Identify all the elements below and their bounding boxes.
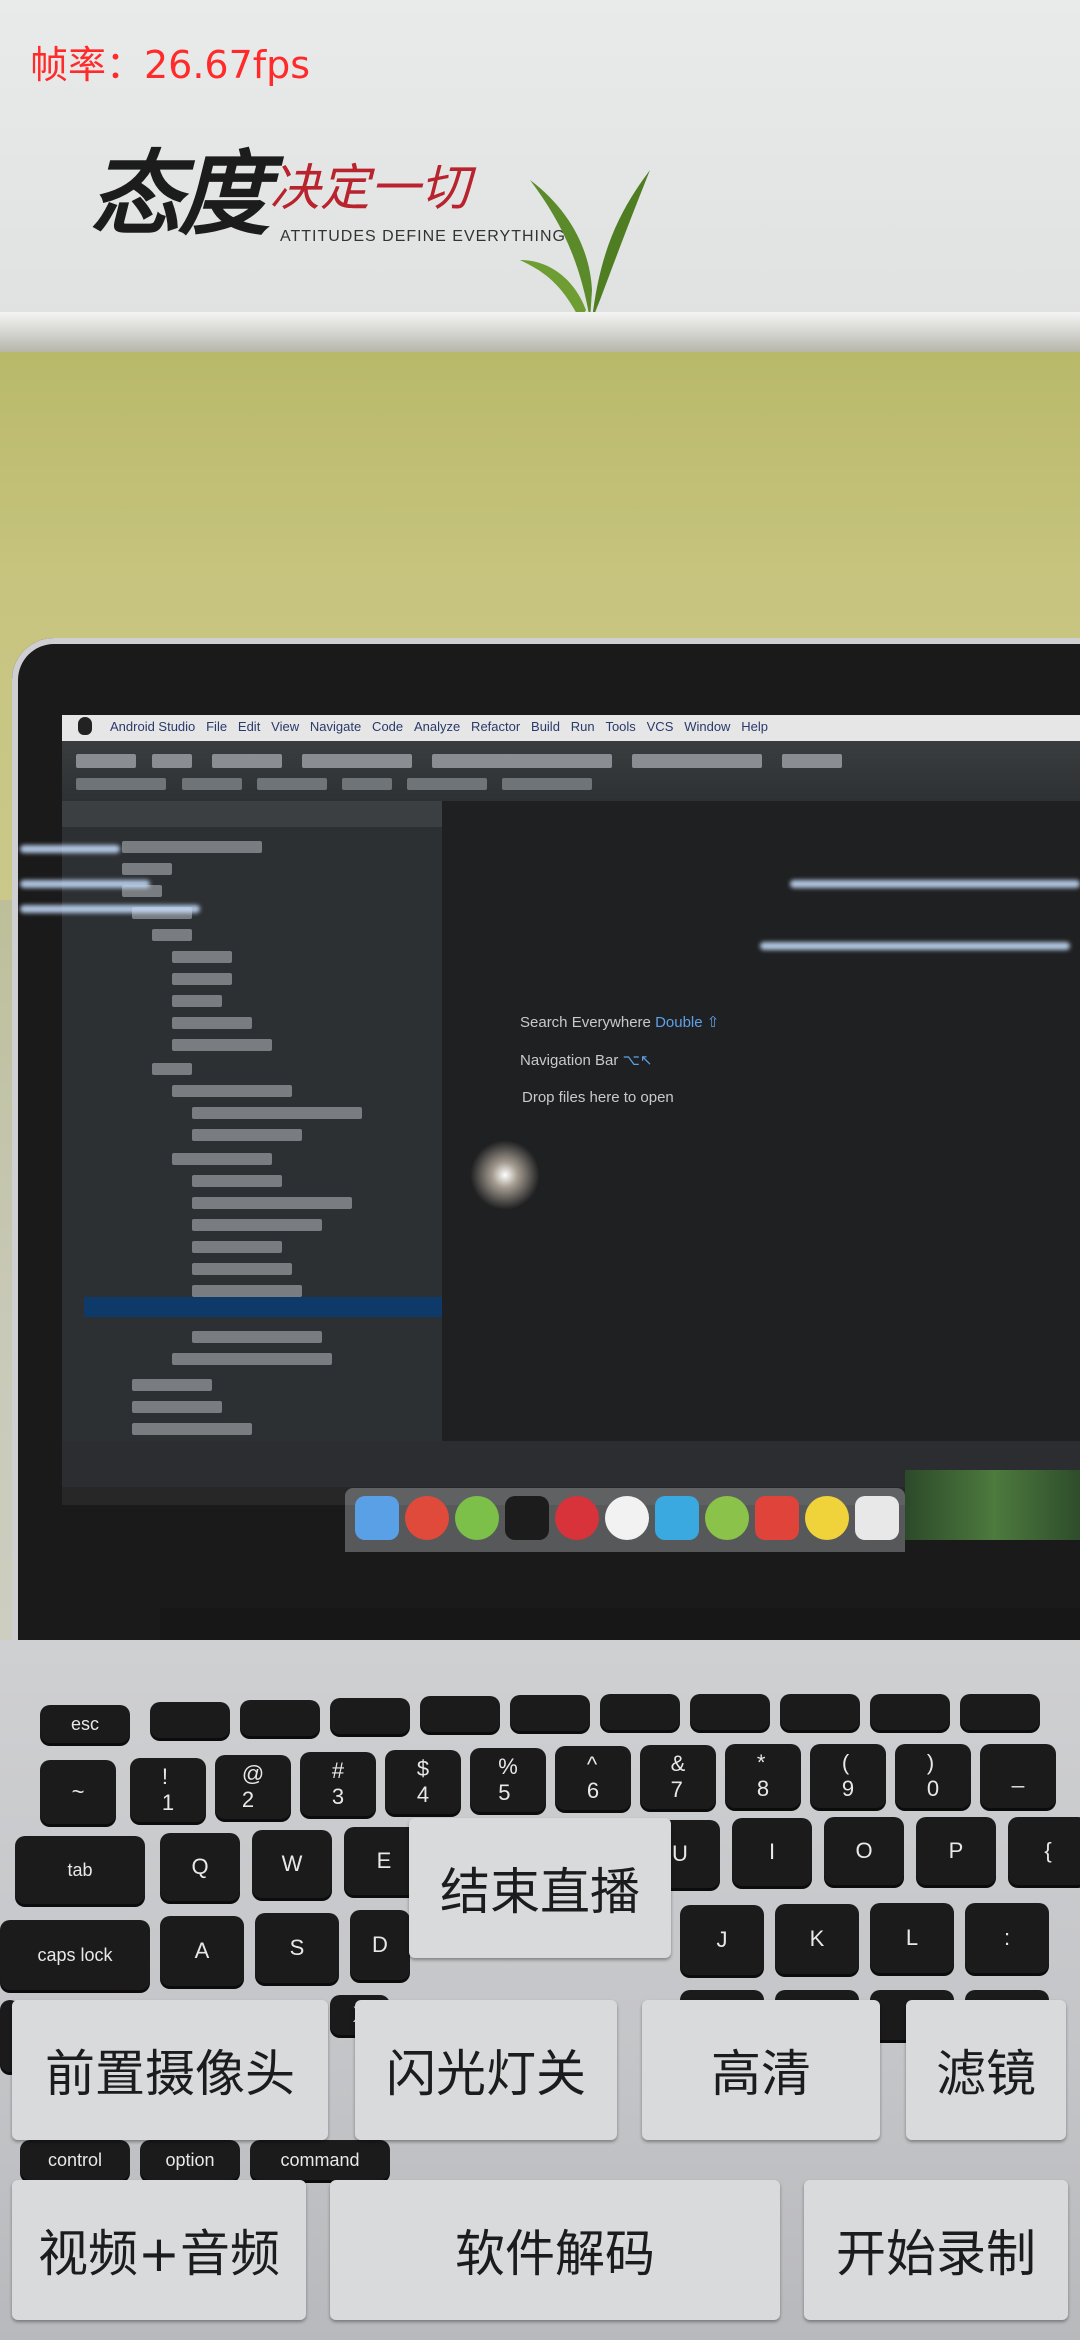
camera-preview: 态度 决定一切 ATTITUDES DEFINE EVERYTHING Andr…	[0, 0, 1080, 2340]
apple-logo-icon	[78, 717, 92, 735]
ide-toolbar	[62, 741, 1080, 801]
ide-editor-area	[442, 801, 1080, 1441]
ide-menu-bar: Android Studio File Edit View Navigate C…	[62, 715, 1080, 741]
filter-button[interactable]: 滤镜	[906, 2000, 1066, 2140]
ide-project-panel	[62, 801, 442, 1441]
camera-app-screen: 态度 决定一切 ATTITUDES DEFINE EVERYTHING Andr…	[0, 0, 1080, 2340]
front-camera-button[interactable]: 前置摄像头	[12, 2000, 328, 2140]
fps-counter: 帧率：26.67fps	[30, 43, 311, 87]
video-audio-mode-button[interactable]: 视频+音频	[12, 2180, 306, 2320]
stop-live-button[interactable]: 结束直播	[409, 1818, 671, 1958]
ide-hint-drop: Drop files here to open	[522, 1089, 674, 1106]
flash-toggle-button[interactable]: 闪光灯关	[355, 2000, 617, 2140]
mac-dock	[345, 1488, 905, 1552]
shelf	[0, 312, 1080, 352]
wallpaper-grass	[905, 1470, 1080, 1540]
ide-hint-search: Search Everywhere Double ⇧	[520, 1014, 720, 1031]
start-record-button[interactable]: 开始录制	[804, 2180, 1068, 2320]
hd-quality-button[interactable]: 高清	[642, 2000, 880, 2140]
software-decode-button[interactable]: 软件解码	[330, 2180, 780, 2320]
ide-hint-navbar: Navigation Bar ⌥↖	[520, 1052, 653, 1069]
light-glare	[470, 1140, 540, 1210]
plant-image	[520, 170, 650, 320]
